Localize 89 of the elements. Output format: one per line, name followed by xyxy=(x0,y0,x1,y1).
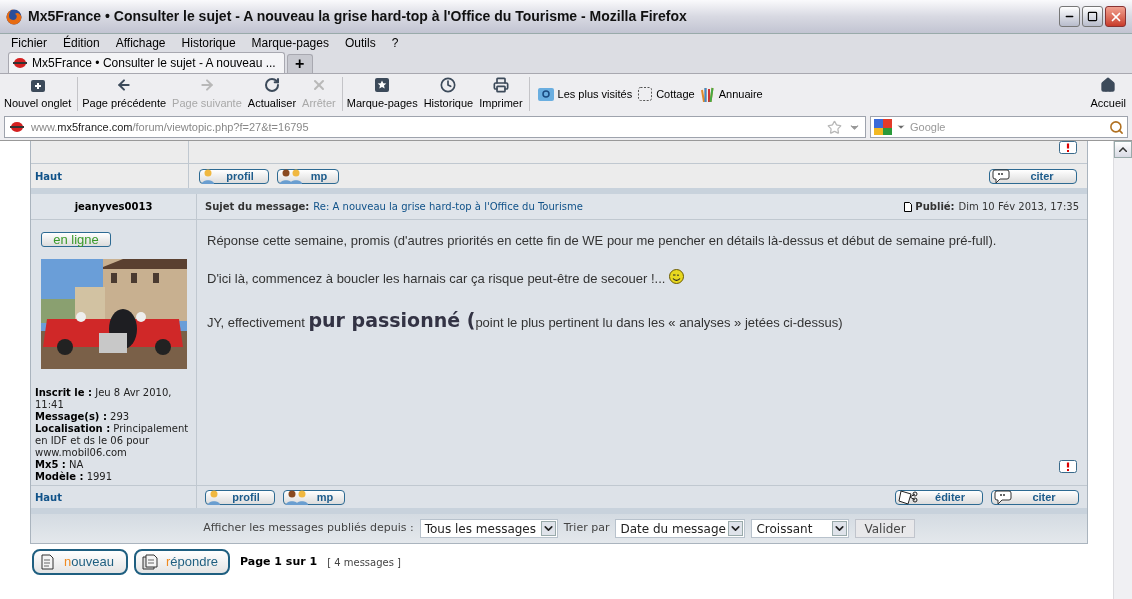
two-people-icon xyxy=(286,489,308,505)
speech-bubble-icon xyxy=(994,489,1012,505)
reload-icon xyxy=(263,76,280,93)
close-button[interactable] xyxy=(1105,6,1126,27)
post-paragraph: D'ici là, commencez à boucler les harnais car ça risque peut-être de secouer !... xyxy=(207,269,666,288)
report-icon[interactable] xyxy=(1059,141,1077,154)
clock-icon xyxy=(440,76,457,93)
profile-field: Modèle : 1991 xyxy=(35,470,192,483)
new-tab-button[interactable]: + xyxy=(286,54,313,73)
toolbar-button[interactable]: Imprimer xyxy=(479,76,523,112)
home-button[interactable]: Accueil xyxy=(1090,76,1128,112)
document-icon xyxy=(904,201,913,212)
report-icon[interactable] xyxy=(1059,460,1077,473)
folder-search-icon xyxy=(537,87,554,101)
sort-label: Trier par xyxy=(563,520,610,537)
winking-smiley-icon xyxy=(669,269,685,284)
menu-item[interactable]: Outils xyxy=(344,34,376,52)
profile-field: Inscrit le : Jeu 8 Avr 2010, 11:41 xyxy=(35,386,192,411)
document-icon xyxy=(40,554,54,570)
star-icon[interactable] xyxy=(827,119,842,135)
toolbar-button[interactable]: Marque-pages xyxy=(346,76,418,112)
menu-item[interactable]: Historique xyxy=(181,34,236,52)
browser-tab[interactable]: Mx5France • Consulter le sujet - A nouveau ... xyxy=(8,52,285,73)
post-paragraph: Réponse cette semaine, promis (d'autres priorités en cette fin de WE pour me pencher en détails là-dessus et début de semaine pré-full). xyxy=(207,231,997,250)
toolbar-button[interactable]: Page précédente xyxy=(82,76,167,112)
menu-item[interactable]: Fichier xyxy=(11,34,47,52)
sort-dropdown[interactable]: Date du message xyxy=(615,519,746,538)
colored-bars-icon xyxy=(700,86,715,102)
speech-bubble-icon xyxy=(992,168,1010,184)
subject-link[interactable]: Re: A nouveau la grise hard-top à l'Office du Tourisme xyxy=(313,199,583,214)
scroll-up-button[interactable] xyxy=(1114,141,1132,158)
online-status: en ligne xyxy=(41,232,111,247)
toolbar-button[interactable]: Nouvel onglet xyxy=(4,76,72,112)
menu-item[interactable]: ? xyxy=(391,34,399,52)
menu-item[interactable]: Marque-pages xyxy=(251,34,329,52)
subject-label: Sujet du message: xyxy=(205,200,310,214)
person-icon xyxy=(202,168,214,184)
toolbar-button[interactable]: Actualiser xyxy=(247,76,297,112)
since-dropdown[interactable]: Tous les messages xyxy=(419,519,558,538)
bookmark-item[interactable]: Annuaire xyxy=(700,85,763,103)
printer-icon xyxy=(492,76,509,93)
menu-item[interactable]: Édition xyxy=(63,34,100,52)
search-input[interactable]: Google xyxy=(910,118,1105,136)
edit-button[interactable]: éditer xyxy=(895,489,983,505)
quote-button[interactable]: citer xyxy=(991,489,1079,505)
profile-button[interactable]: profil xyxy=(205,489,275,505)
site-logo-icon xyxy=(9,121,25,133)
post-paragraph: JY, effectivement pur passionné (point le plus pertinent lu dans les « analyses » jetées ci-dessus) xyxy=(207,308,843,333)
two-people-icon xyxy=(280,168,302,184)
site-logo-icon xyxy=(12,57,28,69)
posted-date: Dim 10 Fév 2013, 17:35 xyxy=(958,200,1079,214)
address-field[interactable]: www.mx5france.com/forum/viewtopic.php?f=27&t=16795 xyxy=(4,116,866,138)
menu-item[interactable]: Affichage xyxy=(115,34,166,52)
blank-page-icon xyxy=(638,87,653,101)
google-logo-icon xyxy=(874,119,892,135)
toolbar-button[interactable]: Historique xyxy=(423,76,474,112)
search-field[interactable]: Google xyxy=(870,116,1128,138)
quote-button[interactable]: citer xyxy=(989,168,1077,184)
bookmark-item[interactable]: Cottage xyxy=(638,85,695,103)
person-icon xyxy=(208,489,220,505)
minimize-button[interactable] xyxy=(1059,6,1080,27)
new-topic-button[interactable]: nouveau xyxy=(32,549,128,575)
reply-button[interactable]: répondre xyxy=(134,549,230,575)
order-dropdown[interactable]: Croissant xyxy=(751,519,850,538)
profile-field: Mx5 : NA xyxy=(35,458,192,471)
submit-button[interactable]: Valider xyxy=(855,519,915,538)
message-count: [ 4 messages ] xyxy=(327,555,401,570)
posted-label: Publié: xyxy=(915,200,955,214)
firefox-logo-icon xyxy=(6,8,22,25)
page-number: Page 1 sur 1 xyxy=(240,553,318,570)
paper-scissors-icon xyxy=(898,489,920,505)
home-icon xyxy=(1100,76,1117,93)
top-link[interactable]: Haut xyxy=(35,489,63,505)
window-title: Mx5France • Consulter le sujet - A nouveau la grise hard-top à l'Office du Tourisme - Mozilla Firefox xyxy=(28,7,688,26)
profile-field: Localisation : Principalement en IDF et ds le 06 pour www.mobil06.com xyxy=(35,422,192,459)
maximize-button[interactable] xyxy=(1082,6,1103,27)
dropdown-arrow-icon[interactable] xyxy=(896,122,906,132)
author-name: jeanyves0013 xyxy=(74,200,153,214)
bookmark-item[interactable]: Les plus visités xyxy=(537,85,633,103)
profile-field: Message(s) : 293 xyxy=(35,410,192,423)
profile-button[interactable]: profil xyxy=(199,168,269,184)
scrollbar[interactable] xyxy=(1113,141,1132,599)
maximize-icon xyxy=(1087,11,1098,22)
top-link[interactable]: Haut xyxy=(35,168,63,184)
message-button[interactable]: mp xyxy=(283,489,345,505)
filter-label: Afficher les messages publiés depuis : xyxy=(203,520,414,537)
stacked-documents-icon xyxy=(142,554,158,570)
message-button[interactable]: mp xyxy=(277,168,339,184)
search-icon[interactable] xyxy=(1109,119,1124,135)
